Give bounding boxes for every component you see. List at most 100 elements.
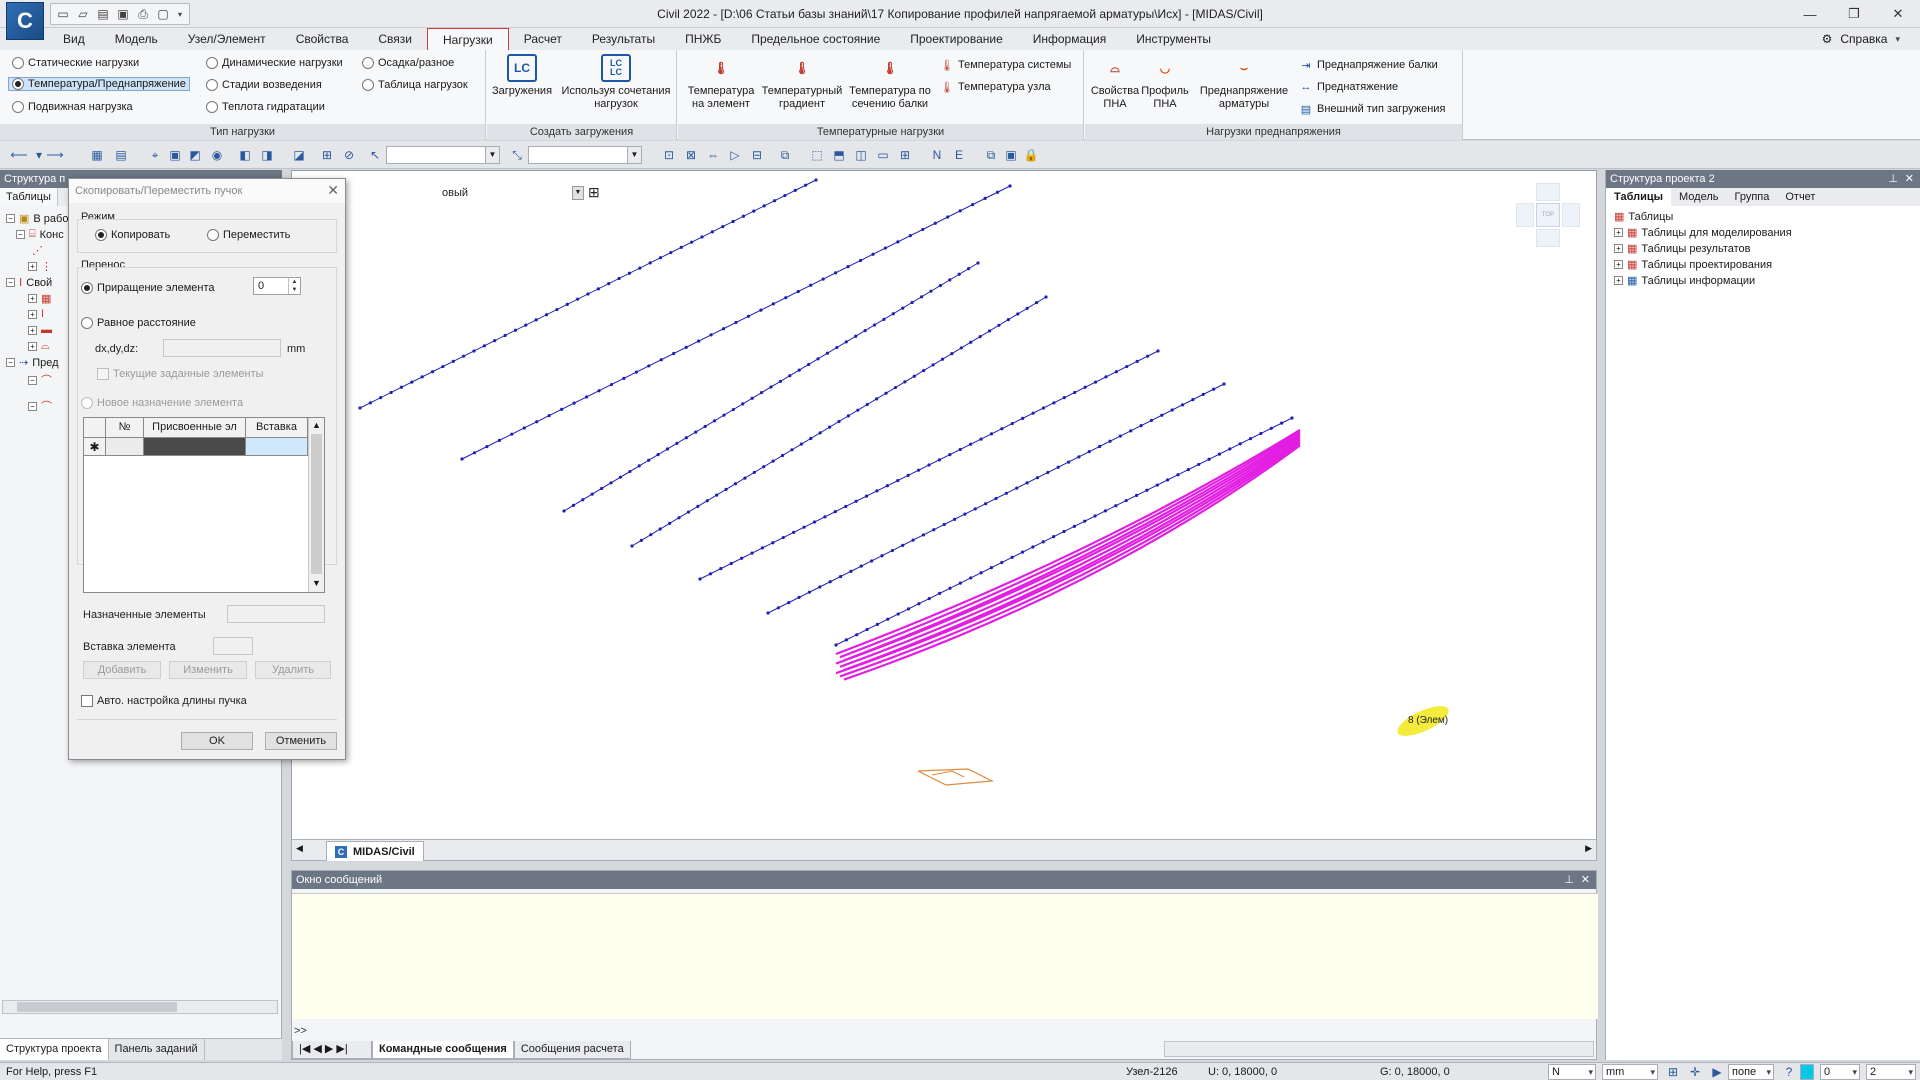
tab-results[interactable]: Результаты [577, 28, 670, 50]
temperature-gradient-button[interactable]: 🌡 Температурный градиент [758, 54, 846, 111]
select-volume-icon[interactable]: ◉ [208, 146, 226, 164]
model-view[interactable]: овый ▼ ⊞ TOP 8 (Элем) [291, 170, 1597, 840]
new-file-icon[interactable]: ▭ [54, 5, 72, 23]
pointer-icon[interactable]: ↖ [366, 146, 384, 164]
tree-item-nodes[interactable]: ⋰ [32, 244, 43, 257]
tab-analysis-messages[interactable]: Сообщения расчета [513, 1041, 631, 1059]
tree-item-profile[interactable]: − ⌒ [28, 398, 52, 414]
model-canvas[interactable]: 8 (Элем) [292, 171, 1598, 841]
cancel-button[interactable]: Отменить [265, 732, 337, 750]
app-logo[interactable]: C [6, 2, 44, 40]
message-hscrollbar[interactable] [1164, 1041, 1594, 1057]
node-temperature-button[interactable]: 🌡 Температура узла [940, 80, 1051, 94]
close-icon[interactable]: ✕ [1581, 873, 1590, 886]
pin-icon[interactable]: ⊥ [1888, 172, 1898, 185]
capture-icon[interactable]: ▣ [1002, 146, 1020, 164]
new-assignment-radio[interactable]: Новое назначение элемента [81, 397, 243, 409]
tree-item-prestress[interactable]: − ⇢ Пред [6, 356, 59, 369]
field-two[interactable]: 2 ▾ [1866, 1064, 1916, 1080]
preview-icon[interactable]: ▢ [154, 5, 172, 23]
copy-view-icon[interactable]: ⧉ [982, 146, 1000, 164]
close-icon[interactable]: ✕ [327, 182, 339, 199]
tab-command-messages[interactable]: Командные сообщения [372, 1041, 514, 1059]
snap-icon[interactable]: ⊞ [1664, 1063, 1682, 1080]
radio-moving-load[interactable]: Подвижная нагрузка [12, 101, 133, 113]
tree-root-tables[interactable]: ▦ Таблицы [1614, 210, 1673, 224]
render-icon[interactable]: ⊟ [748, 146, 766, 164]
tab-loads[interactable]: Нагрузки [427, 28, 509, 50]
close-icon[interactable]: ✕ [1905, 172, 1914, 185]
perspective-icon[interactable]: ⬒ [830, 146, 848, 164]
pin-icon[interactable]: ⊥ [1564, 873, 1574, 886]
tree-modeling-tables[interactable]: + ▦ Таблицы для моделирования [1614, 226, 1792, 239]
node-combo[interactable]: ▼ [528, 146, 642, 164]
field-one[interactable]: 0 ▾ [1820, 1064, 1860, 1080]
element-temperature-button[interactable]: 🌡 Температура на элемент [682, 54, 760, 111]
scrollbar-thumb[interactable] [17, 1002, 177, 1012]
close-icon[interactable]: ✕ [1876, 0, 1920, 28]
tree-item-prestress-child[interactable]: − ⌒ [28, 372, 52, 388]
direction-select[interactable]: N ▾ [1548, 1064, 1596, 1080]
shrink-icon[interactable]: ⬚ [808, 146, 826, 164]
select-polygon-icon[interactable]: ▤ [112, 146, 130, 164]
radio-load-table[interactable]: Таблица нагрузок [362, 79, 468, 91]
tab-model[interactable]: Модель [100, 28, 173, 50]
move-radio[interactable]: Переместить [207, 229, 290, 241]
pan-icon[interactable]: ⇔ [704, 146, 722, 164]
qat-dropdown-icon[interactable]: ▾ [174, 5, 186, 23]
scrollbar-thumb[interactable] [311, 434, 322, 574]
undo-icon[interactable]: ⟵ [10, 146, 28, 164]
load-combinations-button[interactable]: LC LC Используя сочетания нагрузок [559, 54, 673, 111]
scroll-up-icon[interactable]: ▲ [312, 420, 321, 430]
select-intersect-icon[interactable]: ▣ [166, 146, 184, 164]
grid-header-assigned[interactable]: Присвоенные эл [144, 418, 246, 438]
scroll-down-icon[interactable]: ▼ [312, 578, 321, 588]
tree-item-construction[interactable]: − ⌸ Конс [16, 228, 64, 241]
tab-project-tree[interactable]: Структура проекта [0, 1039, 109, 1060]
open-recent-icon[interactable]: ▤ [94, 5, 112, 23]
node-number-icon[interactable]: N [928, 146, 946, 164]
tab-design[interactable]: Проектирование [895, 28, 1018, 50]
gear-icon[interactable]: ⚙ [1822, 28, 1833, 50]
tab-limit-state[interactable]: Предельное состояние [736, 28, 895, 50]
open-file-icon[interactable]: ▱ [74, 5, 92, 23]
radio-heat-hydration[interactable]: Теплота гидратации [206, 101, 325, 113]
increment-stepper[interactable]: 0 ▲ ▼ [253, 277, 301, 295]
command-prompt[interactable]: >> [294, 1025, 307, 1037]
color-swatch[interactable] [1800, 1064, 1814, 1080]
zoom-fit-icon[interactable]: ⊡ [660, 146, 678, 164]
tree-item-properties[interactable]: − Ⅰ Свой [6, 276, 52, 289]
tab-properties[interactable]: Свойства [281, 28, 364, 50]
print-icon[interactable]: ⎙ [134, 5, 152, 23]
tab-analysis[interactable]: Расчет [509, 28, 577, 50]
monitor-icon[interactable]: ▭ [874, 146, 892, 164]
tree-item-thickness[interactable]: + ▬ [28, 324, 52, 336]
view-tab-midas[interactable]: C MIDAS/Civil [326, 841, 424, 861]
tendon-properties-button[interactable]: ⌓ Свойства ПНА [1089, 54, 1141, 111]
tree-item-elements[interactable]: + ⋮ [28, 260, 52, 273]
tab-tools[interactable]: Инструменты [1121, 28, 1226, 50]
external-load-type-button[interactable]: ▤ Внешний тип загружения [1299, 102, 1446, 116]
select-all-icon[interactable]: ◧ [236, 146, 254, 164]
hidden-icon[interactable]: ◫ [852, 146, 870, 164]
equal-distance-radio[interactable]: Равное расстояние [81, 317, 196, 329]
minimize-icon[interactable]: — [1788, 0, 1832, 28]
grid-header-number[interactable]: № [106, 418, 144, 438]
tree-item-material[interactable]: + ▦ [28, 292, 51, 305]
tree-item-tendon[interactable]: + ⌓ [28, 340, 50, 353]
mode-select[interactable]: попе ▾ [1728, 1064, 1774, 1080]
select-plane-icon[interactable]: ◩ [186, 146, 204, 164]
selection-combo[interactable]: ▼ [386, 146, 500, 164]
restore-icon[interactable]: ❐ [1832, 0, 1876, 28]
radio-dynamic-loads[interactable]: Динамические нагрузки [206, 57, 343, 69]
tree-item-section[interactable]: + I [28, 308, 44, 320]
help-menu[interactable]: Справка [1840, 28, 1887, 50]
unit-select[interactable]: mm ▾ [1602, 1064, 1658, 1080]
zoom-window-icon[interactable]: ⊠ [682, 146, 700, 164]
radio-static-loads[interactable]: Статические нагрузки [12, 57, 139, 69]
radio-construction-stages[interactable]: Стадии возведения [206, 79, 322, 91]
select-previous-icon[interactable]: ◨ [258, 146, 276, 164]
add-button[interactable]: Добавить [83, 661, 161, 679]
current-elements-checkbox[interactable] [97, 368, 109, 380]
tab-group-right[interactable]: Группа [1726, 188, 1777, 206]
